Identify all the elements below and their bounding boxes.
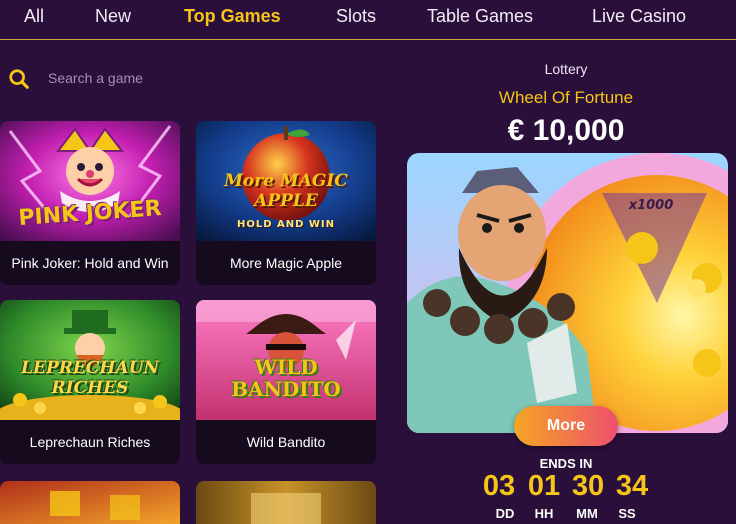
game-logo-subtitle: HOLD AND WIN: [236, 219, 336, 230]
game-title: Wild Bandito: [196, 420, 376, 464]
lottery-name: Wheel Of Fortune: [498, 88, 634, 107]
game-logo: More MAGIC APPLE: [224, 171, 348, 211]
game-thumbnail: More MAGIC APPLE HOLD AND WIN: [196, 121, 376, 241]
ends-in-label: ENDS IN: [539, 456, 593, 471]
game-title: Pink Joker: Hold and Win: [0, 241, 180, 285]
game-title: More Magic Apple: [196, 241, 376, 285]
game-tile-wild-bandito[interactable]: WILD BANDITO Wild Bandito: [196, 300, 376, 464]
multiplier-label: x1000: [628, 198, 674, 213]
game-tile[interactable]: [0, 481, 180, 524]
game-tile-more-magic-apple[interactable]: More MAGIC APPLE HOLD AND WIN More Magic…: [196, 121, 376, 285]
category-nav: All New Top Games Slots Table Games Live…: [0, 0, 736, 40]
nav-tab-all[interactable]: All: [24, 6, 44, 27]
countdown-days-label: DD: [495, 506, 515, 521]
countdown-seconds-label: SS: [618, 506, 636, 521]
game-thumbnail: WILD BANDITO: [196, 300, 376, 420]
nav-tab-top-games[interactable]: Top Games: [184, 6, 281, 27]
lottery-panel: Lottery Wheel Of Fortune € 10,000 x1000 …: [404, 50, 728, 524]
game-tile-pink-joker[interactable]: PINK JOKER Pink Joker: Hold and Win: [0, 121, 180, 285]
countdown-hours: 01: [527, 470, 561, 502]
nav-tab-live-casino[interactable]: Live Casino: [592, 6, 686, 27]
game-logo: LEPRECHAUN RICHES: [21, 358, 159, 398]
game-tile-leprechaun-riches[interactable]: LEPRECHAUN RICHES Leprechaun Riches: [0, 300, 180, 464]
jackpot-amount: € 10,000: [507, 114, 625, 147]
nav-tab-table-games[interactable]: Table Games: [427, 6, 533, 27]
countdown-minutes: 30: [571, 470, 605, 502]
game-thumbnail: PINK JOKER: [0, 121, 180, 241]
game-thumbnail: LEPRECHAUN RICHES: [0, 300, 180, 420]
game-tile[interactable]: [196, 481, 376, 524]
game-thumbnail: [0, 481, 180, 524]
search-bar: [0, 56, 190, 100]
more-button[interactable]: More: [514, 406, 618, 446]
lottery-category: Lottery: [544, 61, 588, 77]
search-input[interactable]: [48, 66, 188, 90]
game-thumbnail: [196, 481, 376, 524]
countdown-minutes-label: MM: [576, 506, 598, 521]
nav-tab-slots[interactable]: Slots: [336, 6, 376, 27]
search-icon[interactable]: [8, 68, 30, 90]
game-logo: WILD BANDITO: [231, 355, 341, 401]
countdown-seconds: 34: [615, 470, 649, 502]
lottery-banner[interactable]: x1000: [407, 153, 728, 433]
countdown-hours-label: HH: [534, 506, 554, 521]
game-title: Leprechaun Riches: [0, 420, 180, 464]
countdown-days: 03: [482, 470, 516, 502]
nav-tab-new[interactable]: New: [95, 6, 131, 27]
